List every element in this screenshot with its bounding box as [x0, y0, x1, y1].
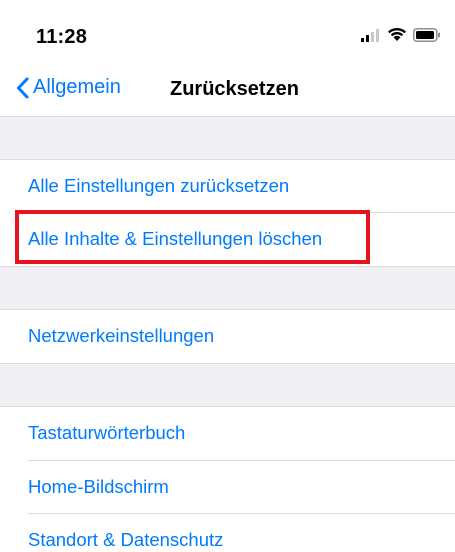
- navigation-bar: Allgemein Zurücksetzen: [0, 70, 455, 115]
- list-item-label: Netzwerkeinstellungen: [28, 325, 215, 346]
- list-item-keyboard-dictionary[interactable]: Tastaturwörterbuch: [0, 407, 455, 460]
- signal-icon: [361, 28, 379, 42]
- section-gap: [0, 363, 455, 407]
- status-icons: [361, 27, 441, 42]
- back-button[interactable]: Allgemein: [16, 76, 121, 99]
- status-time: 11:28: [36, 26, 88, 48]
- settings-screen: 11:28 Allgemein Zurücksetzen Alle Einste…: [0, 0, 455, 552]
- back-button-label: Allgemein: [33, 76, 121, 98]
- list-item-label: Home-Bildschirm: [28, 476, 169, 497]
- highlight-annotation-box: [15, 210, 370, 264]
- list-item-network-settings[interactable]: Netzwerkeinstellungen: [0, 310, 455, 363]
- section-gap: [0, 116, 455, 160]
- list-item-location-privacy[interactable]: Standort & Datenschutz: [0, 514, 455, 552]
- list-item-label: Alle Einstellungen zurücksetzen: [28, 175, 290, 196]
- battery-icon: [413, 27, 440, 42]
- chevron-left-icon: [17, 77, 29, 98]
- wifi-icon: [388, 27, 406, 41]
- section-gap: [0, 266, 455, 310]
- list-item-label: Standort & Datenschutz: [28, 529, 224, 550]
- status-bar: 11:28: [0, 0, 455, 70]
- list-item-reset-all-settings[interactable]: Alle Einstellungen zurücksetzen: [0, 160, 455, 213]
- page-title: Zurücksetzen: [170, 78, 299, 100]
- list-item-label: Tastaturwörterbuch: [28, 422, 186, 443]
- list-item-home-screen[interactable]: Home-Bildschirm: [0, 461, 455, 514]
